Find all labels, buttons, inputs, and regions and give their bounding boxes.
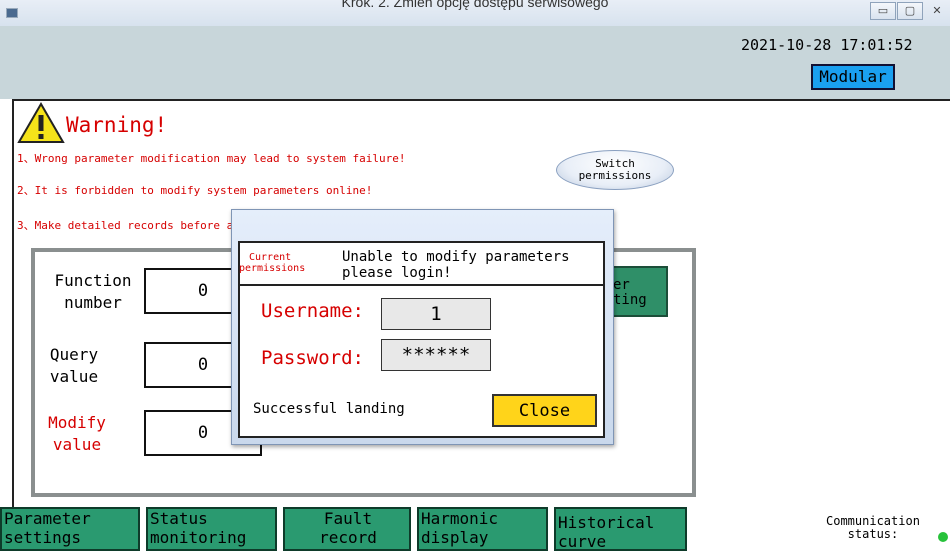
minimize-button[interactable]: ▭ [870,2,896,20]
window-caption: Krok. 2. Zmień opcję dostępu serwisowego [341,0,609,10]
function-number-label: Function number [44,270,142,314]
function-number-label-line-2: number [64,293,122,312]
parameter-setting-button[interactable]: er ting [609,266,668,317]
password-label: Password: [261,347,364,369]
communication-status-indicator [938,532,948,542]
modify-value-label: Modify value [44,412,110,456]
warning-line-2: 2、It is forbidden to modify system param… [17,184,373,197]
username-label: Username: [261,300,364,322]
nav-historical-curve[interactable]: Historical curve [554,507,687,551]
modify-value-label-line-1: Modify [48,413,106,432]
warning-title: Warning! [66,113,168,137]
close-dialog-button[interactable]: Close [492,394,597,427]
nav-parameter-settings-line-1: Parameter [4,509,91,528]
modify-value-label-line-2: value [52,435,102,454]
app-icon [6,8,18,18]
nav-historical-curve-line-2: curve [558,532,607,551]
nav-historical-curve-line-1: Historical [558,513,655,532]
username-input[interactable]: 1 [381,298,491,330]
maximize-button[interactable]: ▢ [897,2,923,20]
nav-fault-record[interactable]: Fault record [283,507,411,551]
warning-triangle-icon [17,102,65,143]
switch-permissions-line-2: permissions [578,169,652,182]
function-number-label-line-1: Function [54,271,132,290]
login-message-line-2: please login! [342,265,452,281]
query-value-label: Query value [44,344,104,388]
nav-harmonic-display[interactable]: Harmonic display [417,507,548,551]
warning-line-1: 1、Wrong parameter modification may lead … [17,152,406,165]
current-permissions-label: Current permissions [239,252,305,274]
dialog-divider [240,284,603,286]
nav-status-monitoring[interactable]: Status monitoring [146,507,277,551]
nav-status-monitoring-line-1: Status [150,509,208,528]
nav-status-monitoring-line-2: monitoring [150,528,247,547]
nav-fault-record-line-2: record [319,528,377,547]
datetime-display: 2021-10-28 17:01:52 [741,36,913,54]
password-input[interactable]: ****** [381,339,491,371]
parameter-setting-button-line-1: er [613,277,630,293]
query-value-label-line-1: Query [49,345,99,364]
login-message-line-1: Unable to modify parameters [342,249,570,265]
nav-harmonic-display-line-1: Harmonic [421,509,499,528]
query-value-label-line-2: value [49,367,99,386]
current-permissions-line-1: Current [249,252,292,263]
nav-parameter-settings[interactable]: Parameter settings [0,507,140,551]
modular-button[interactable]: Modular [811,64,895,90]
close-window-button[interactable]: ✕ [924,2,950,20]
login-status-text: Successful landing [253,401,405,417]
nav-harmonic-display-line-2: display [421,528,489,547]
nav-parameter-settings-line-2: settings [4,528,82,547]
communication-status-line-2: status: [847,527,899,541]
switch-permissions-button[interactable]: Switch permissions [556,150,674,190]
current-permissions-line-2: permissions [239,263,306,274]
parameter-setting-button-line-2: ting [613,292,647,308]
nav-fault-record-line-1: Fault [323,509,373,528]
login-message: Unable to modify parameters please login… [342,249,570,281]
communication-status-label: Communication status: [826,515,920,541]
